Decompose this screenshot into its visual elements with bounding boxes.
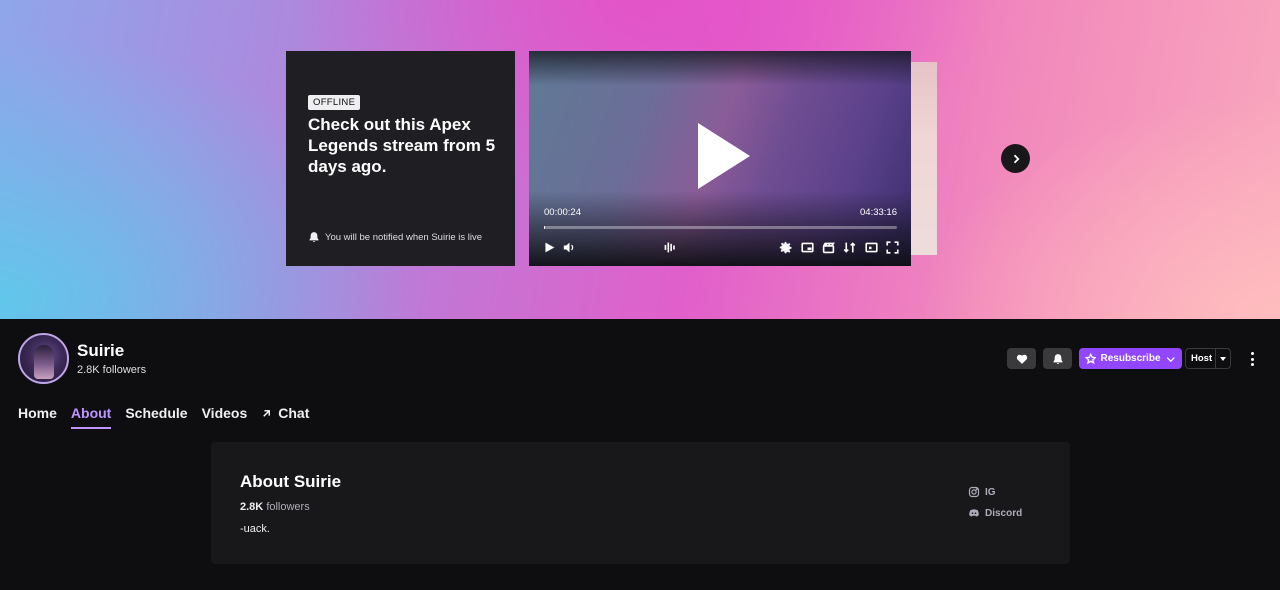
- channel-name[interactable]: Suirie: [77, 341, 124, 361]
- current-time: 00:00:24: [544, 207, 581, 218]
- play-button[interactable]: [542, 240, 556, 254]
- theatre-mode-button[interactable]: [864, 240, 878, 254]
- tab-about[interactable]: About: [70, 405, 112, 429]
- clapper-button[interactable]: [821, 240, 835, 254]
- clapperboard-icon: [822, 242, 835, 253]
- theatre-mode-icon: [864, 242, 878, 252]
- settings-button[interactable]: [778, 240, 792, 254]
- tab-schedule-label: Schedule: [125, 405, 188, 421]
- about-followers: 2.8K followers: [240, 501, 310, 513]
- about-panel: About Suirie 2.8K followers -uack. IG Di…: [211, 442, 1070, 564]
- audio-only-button[interactable]: [662, 240, 676, 254]
- host-label: Host: [1191, 353, 1213, 364]
- star-icon: [1085, 352, 1097, 364]
- channel-banner: OFFLINE Check out this Apex Legends stre…: [0, 0, 1280, 319]
- swap-button[interactable]: [842, 240, 856, 254]
- about-title: About Suirie: [240, 472, 342, 491]
- mini-player-icon: [800, 242, 814, 252]
- follow-button[interactable]: [1007, 348, 1036, 369]
- offline-card: OFFLINE Check out this Apex Legends stre…: [286, 51, 515, 266]
- notify-row: You will be notified when Suirie is live: [308, 231, 482, 243]
- about-bio: -uack.: [240, 523, 270, 535]
- chevron-right-icon: [1013, 154, 1020, 163]
- offline-badge: OFFLINE: [308, 95, 361, 110]
- volume-button[interactable]: [562, 240, 576, 254]
- audio-waveform-icon: [664, 242, 675, 252]
- channel-tabs: Home About Schedule Videos Chat: [18, 405, 323, 429]
- dot: [1250, 352, 1254, 355]
- tab-videos-label: Videos: [201, 405, 248, 421]
- tab-schedule[interactable]: Schedule: [125, 405, 187, 429]
- social-link-ig-label: IG: [985, 486, 996, 498]
- dot: [1250, 363, 1254, 366]
- play-overlay-icon[interactable]: [698, 123, 750, 189]
- fullscreen-button[interactable]: [885, 240, 899, 254]
- notify-text: You will be notified when Suirie is live: [325, 231, 483, 243]
- discord-icon: [969, 509, 979, 517]
- clip-button[interactable]: [800, 240, 814, 254]
- follower-count: 2.8K followers: [77, 364, 147, 376]
- tab-home[interactable]: Home: [18, 405, 57, 429]
- heart-icon: [1016, 354, 1027, 364]
- avatar[interactable]: [18, 333, 69, 384]
- tab-chat-label: Chat: [278, 405, 310, 421]
- video-player[interactable]: 00:00:24 04:33:16: [529, 51, 911, 266]
- about-followers-word: followers: [266, 501, 310, 513]
- resubscribe-button[interactable]: Resubscribe: [1079, 348, 1182, 369]
- swap-icon: [843, 241, 855, 253]
- tab-videos[interactable]: Videos: [202, 405, 248, 429]
- more-options-button[interactable]: [1245, 350, 1259, 368]
- resubscribe-label: Resubscribe: [1100, 353, 1161, 364]
- fullscreen-icon: [885, 240, 899, 254]
- notifications-button[interactable]: [1043, 348, 1072, 369]
- social-link-discord-label: Discord: [985, 507, 1023, 519]
- instagram-icon: [968, 486, 980, 498]
- about-followers-count: 2.8K: [240, 501, 264, 513]
- gear-icon: [779, 241, 792, 253]
- chevron-down-icon: [1166, 356, 1175, 362]
- volume-icon: [563, 242, 573, 252]
- caret-down-icon[interactable]: [1220, 357, 1226, 361]
- carousel-next-button[interactable]: [1001, 144, 1030, 173]
- bell-icon: [1053, 353, 1062, 364]
- dot: [1250, 357, 1254, 361]
- play-icon: [544, 242, 554, 252]
- seek-bar-fill: [544, 226, 545, 229]
- social-link-discord[interactable]: Discord: [968, 507, 1022, 519]
- offline-title[interactable]: Check out this Apex Legends stream from …: [308, 114, 503, 177]
- tab-home-label: Home: [18, 405, 57, 421]
- tab-chat[interactable]: Chat: [261, 405, 309, 429]
- bell-icon: [309, 232, 319, 243]
- external-arrow-icon: [263, 410, 271, 417]
- host-button[interactable]: Host: [1185, 348, 1231, 369]
- tab-about-label: About: [70, 405, 112, 421]
- total-time: 04:33:16: [860, 207, 897, 218]
- seek-bar[interactable]: [544, 226, 897, 229]
- social-link-ig[interactable]: IG: [968, 486, 996, 498]
- host-divider: [1215, 349, 1216, 368]
